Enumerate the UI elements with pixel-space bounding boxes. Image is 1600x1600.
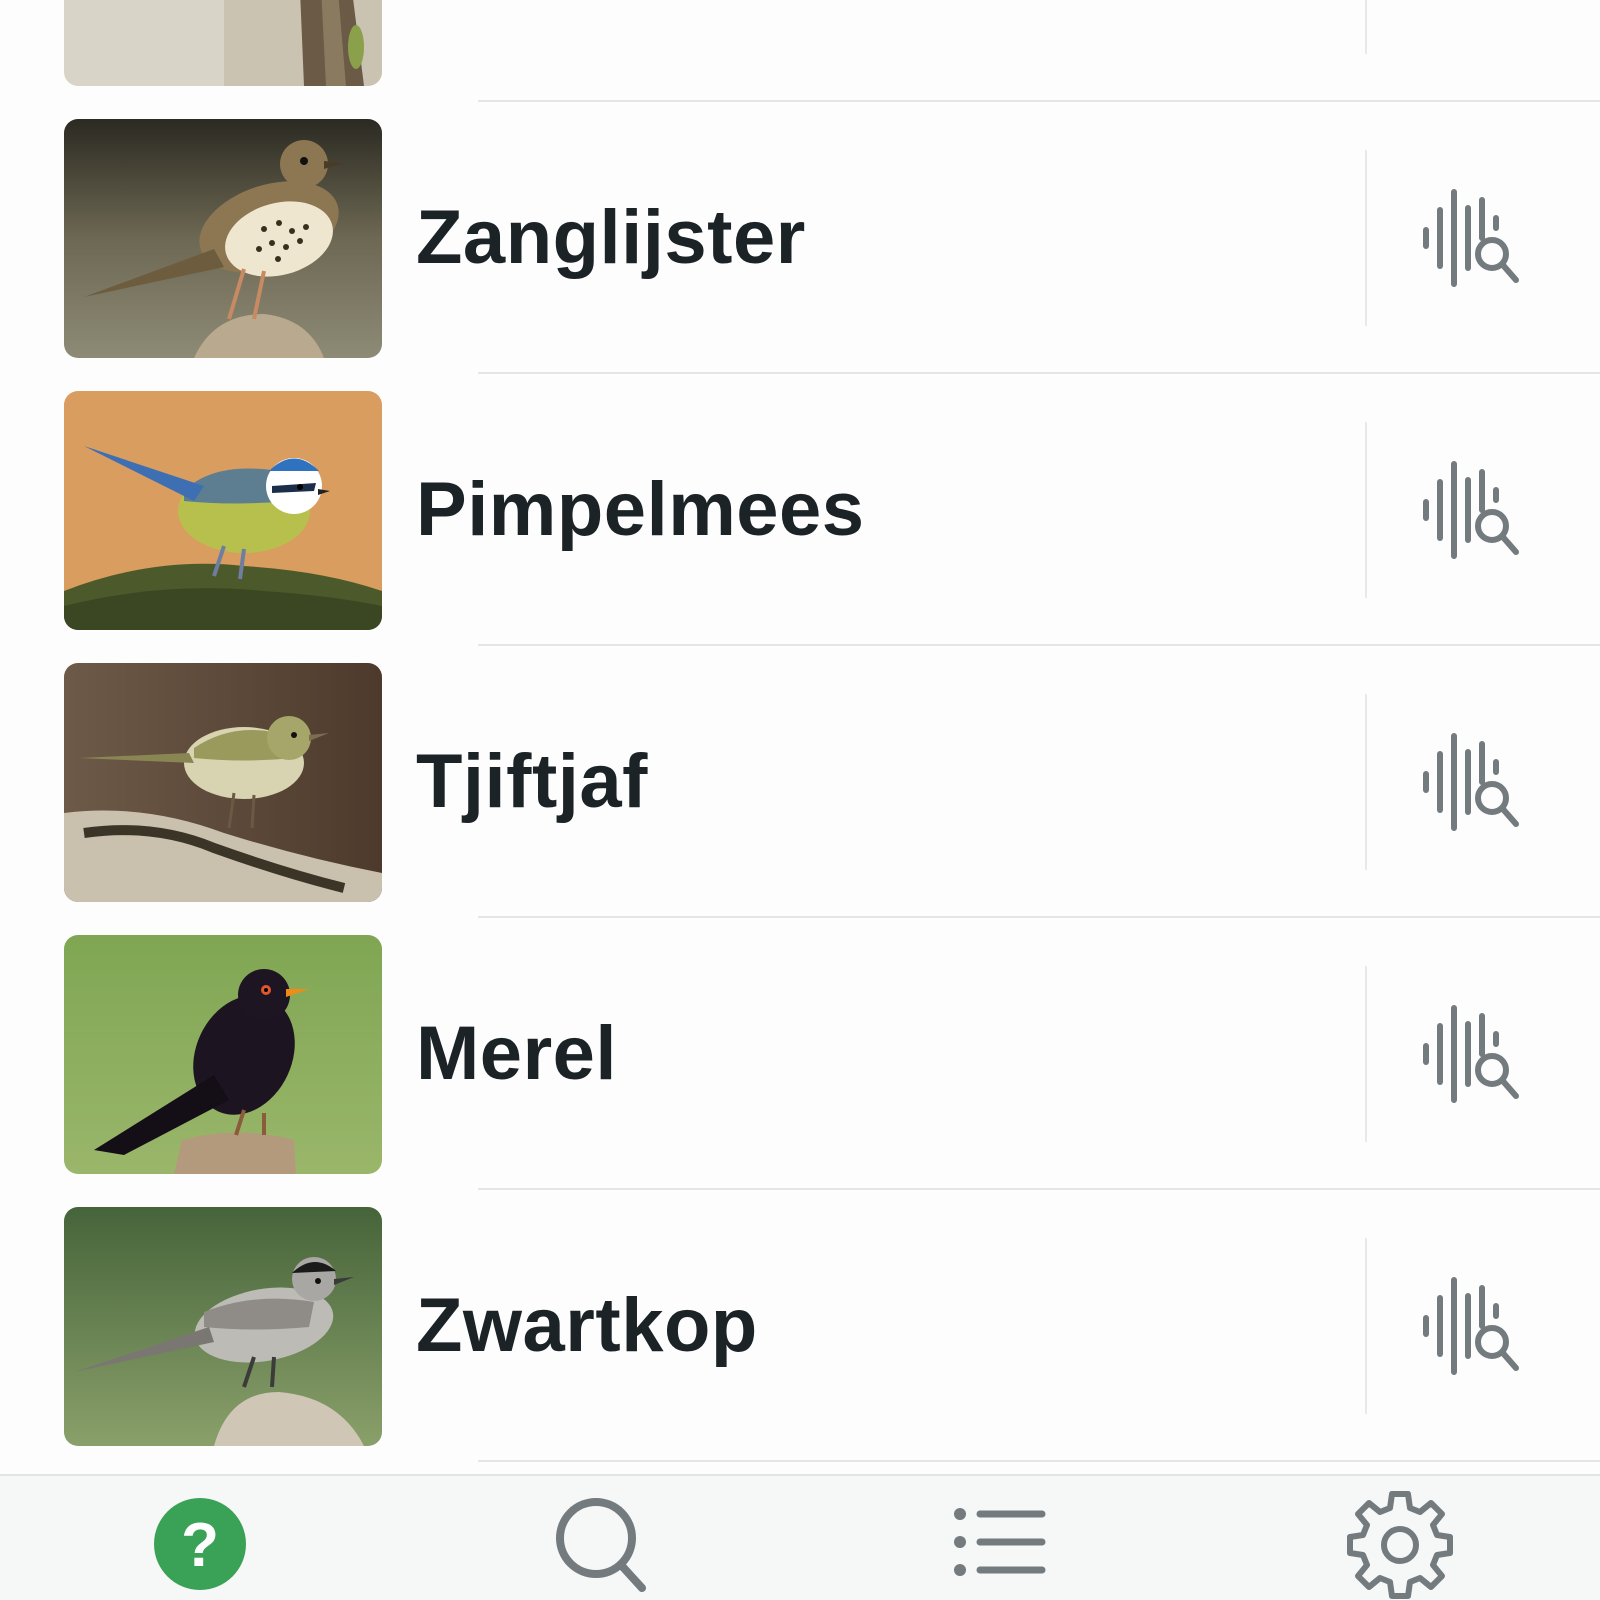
search-icon: [556, 1498, 646, 1592]
sound-search-icon: [1423, 189, 1519, 287]
sound-search-button[interactable]: [1420, 188, 1530, 288]
bird-name: Zwartkop: [416, 1283, 758, 1368]
blue-tit-photo: [64, 391, 382, 630]
sound-search-button[interactable]: [1420, 732, 1530, 832]
list-icon: [954, 1508, 1046, 1576]
list-item-zanglijster[interactable]: Zanglijster: [0, 102, 1600, 374]
blackcap-photo: [64, 1207, 382, 1446]
tab-list[interactable]: [940, 1484, 1060, 1600]
list-item-merel[interactable]: Merel: [0, 918, 1600, 1190]
gear-icon: [1347, 1491, 1453, 1599]
row-divider: [1365, 1238, 1367, 1414]
sound-search-icon: [1423, 1277, 1519, 1375]
row-separator: [478, 1460, 1600, 1462]
blackbird-photo: [64, 935, 382, 1174]
bird-name: Pimpelmees: [416, 467, 865, 552]
tab-settings[interactable]: [1340, 1484, 1460, 1600]
sound-search-button[interactable]: [1420, 460, 1530, 560]
tab-bar: ?: [0, 1474, 1600, 1600]
list-item-tjiftjaf[interactable]: Tjiftjaf: [0, 646, 1600, 918]
song-thrush-photo: [64, 119, 382, 358]
list-item-pimpelmees[interactable]: Pimpelmees: [0, 374, 1600, 646]
bird-name: Merel: [416, 1011, 618, 1096]
row-divider: [1365, 422, 1367, 598]
question-mark-icon: ?: [154, 1498, 246, 1590]
row-divider: [1365, 0, 1367, 54]
bird-name: Zanglijster: [416, 195, 806, 280]
bird-name: Tjiftjaf: [416, 739, 648, 824]
sound-search-button[interactable]: [1420, 1276, 1530, 1376]
bird-list[interactable]: Zanglijster Pimpelmees Tjiftjaf Merel Zw…: [0, 0, 1600, 1474]
row-divider: [1365, 694, 1367, 870]
sound-search-icon: [1423, 733, 1519, 831]
chiffchaff-photo: [64, 663, 382, 902]
bird-photo-partial: [64, 0, 382, 86]
question-mark-glyph: ?: [181, 1511, 219, 1580]
sound-search-button[interactable]: [1420, 1004, 1530, 1104]
tab-search[interactable]: [540, 1484, 660, 1600]
sound-search-icon: [1423, 461, 1519, 559]
tab-identify[interactable]: ?: [140, 1484, 260, 1600]
row-divider: [1365, 966, 1367, 1142]
row-divider: [1365, 150, 1367, 326]
sound-search-icon: [1423, 1005, 1519, 1103]
list-item-zwartkop[interactable]: Zwartkop: [0, 1190, 1600, 1462]
list-item-partial[interactable]: [0, 0, 1600, 102]
app-screen: Zanglijster Pimpelmees Tjiftjaf Merel Zw…: [0, 0, 1600, 1600]
